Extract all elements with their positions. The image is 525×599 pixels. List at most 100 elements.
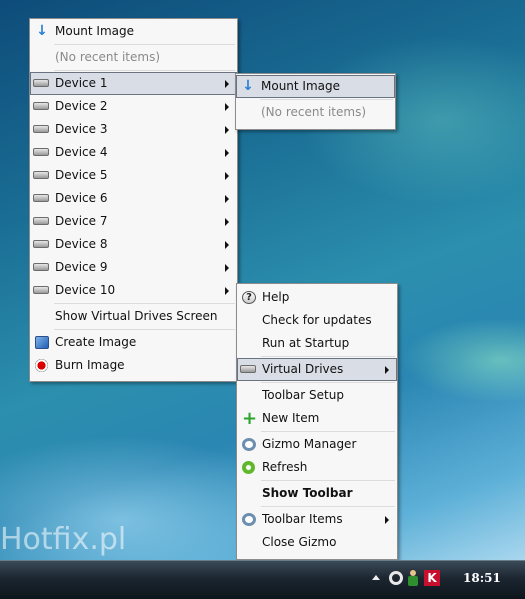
- drive-icon: [33, 148, 49, 156]
- device-item-2[interactable]: Device 2: [30, 95, 237, 118]
- toolbar-items-item[interactable]: Toolbar Items: [237, 508, 397, 531]
- mount-image-label: Mount Image: [261, 79, 341, 93]
- gizmo-icon: [242, 438, 256, 451]
- submenu-mount-image-item[interactable]: ↓ Mount Image: [236, 75, 395, 98]
- submenu-arrow-icon: [225, 287, 229, 295]
- device-label: Device 10: [55, 283, 116, 297]
- submenu-arrow-icon: [385, 366, 389, 374]
- separator: [261, 382, 395, 383]
- device-item-8[interactable]: Device 8: [30, 233, 237, 256]
- submenu-arrow-icon: [225, 103, 229, 111]
- separator: [54, 70, 235, 71]
- help-icon: ?: [242, 291, 256, 304]
- gizmo-tray-icon[interactable]: [389, 571, 403, 585]
- device-item-3[interactable]: Device 3: [30, 118, 237, 141]
- new-item-item[interactable]: + New Item: [237, 407, 397, 430]
- virtual-drives-label: Virtual Drives: [262, 362, 344, 376]
- create-image-icon: [35, 336, 49, 349]
- drive-icon: [33, 217, 49, 225]
- burn-image-label: Burn Image: [55, 358, 125, 372]
- submenu-arrow-icon: [225, 218, 229, 226]
- plus-icon: +: [242, 408, 258, 429]
- run-startup-label: Run at Startup: [262, 336, 350, 350]
- submenu-arrow-icon: [225, 241, 229, 249]
- device-label: Device 5: [55, 168, 108, 182]
- submenu-arrow-icon: [225, 149, 229, 157]
- mount-image-label: Mount Image: [55, 24, 135, 38]
- toolbar-setup-item[interactable]: Toolbar Setup: [237, 384, 397, 407]
- show-screen-label: Show Virtual Drives Screen: [55, 309, 218, 323]
- separator: [260, 99, 393, 100]
- device-item-9[interactable]: Device 9: [30, 256, 237, 279]
- submenu-arrow-icon: [225, 195, 229, 203]
- device-label: Device 2: [55, 99, 108, 113]
- toolbar-setup-label: Toolbar Setup: [262, 388, 344, 402]
- help-label: Help: [262, 290, 290, 304]
- gizmo-manager-label: Gizmo Manager: [262, 437, 357, 451]
- device-item-10[interactable]: Device 10: [30, 279, 237, 302]
- separator: [261, 431, 395, 432]
- submenu-arrow-icon: [225, 80, 229, 88]
- new-item-label: New Item: [262, 411, 320, 425]
- submenu-arrow-icon: [225, 172, 229, 180]
- separator: [261, 356, 395, 357]
- mount-image-item[interactable]: ↓ Mount Image: [30, 20, 237, 43]
- gizmo-icon: [242, 513, 256, 526]
- device-item-4[interactable]: Device 4: [30, 141, 237, 164]
- device-label: Device 8: [55, 237, 108, 251]
- mount-icon: ↓: [36, 23, 48, 39]
- refresh-label: Refresh: [262, 460, 308, 474]
- create-image-label: Create Image: [55, 335, 137, 349]
- check-updates-item[interactable]: Check for updates: [237, 309, 397, 332]
- no-recent-label: (No recent items): [261, 105, 367, 119]
- show-hidden-icons-icon[interactable]: [372, 575, 380, 580]
- help-item[interactable]: ? Help: [237, 286, 397, 309]
- device-item-7[interactable]: Device 7: [30, 210, 237, 233]
- submenu-arrow-icon: [225, 126, 229, 134]
- device-item-1[interactable]: Device 1: [30, 72, 237, 95]
- drive-icon: [33, 171, 49, 179]
- device-item-5[interactable]: Device 5: [30, 164, 237, 187]
- submenu-arrow-icon: [225, 264, 229, 272]
- drive-icon: [240, 365, 256, 373]
- separator: [261, 506, 395, 507]
- separator: [54, 303, 235, 304]
- network-icon[interactable]: [408, 570, 418, 586]
- create-image-item[interactable]: Create Image: [30, 331, 237, 354]
- burn-icon: [35, 359, 48, 372]
- refresh-item[interactable]: Refresh: [237, 456, 397, 479]
- device-item-6[interactable]: Device 6: [30, 187, 237, 210]
- virtual-drives-menu: ↓ Mount Image (No recent items) Device 1…: [29, 18, 238, 382]
- kaspersky-icon[interactable]: K: [424, 570, 440, 586]
- show-toolbar-item[interactable]: Show Toolbar: [237, 482, 397, 505]
- device-label: Device 3: [55, 122, 108, 136]
- separator: [54, 329, 235, 330]
- watermark: Hotfix.pl: [0, 522, 127, 557]
- taskbar: K 18:51: [0, 560, 525, 599]
- drive-icon: [33, 79, 49, 87]
- clock[interactable]: 18:51: [463, 571, 501, 585]
- no-recent-label: (No recent items): [55, 50, 161, 64]
- device-label: Device 1: [55, 76, 108, 90]
- drive-icon: [33, 286, 49, 294]
- drive-icon: [33, 125, 49, 133]
- gizmo-manager-item[interactable]: Gizmo Manager: [237, 433, 397, 456]
- burn-image-item[interactable]: Burn Image: [30, 354, 237, 377]
- toolbar-items-label: Toolbar Items: [262, 512, 343, 526]
- separator: [261, 480, 395, 481]
- gizmo-context-menu: ? Help Check for updates Run at Startup …: [236, 283, 398, 560]
- refresh-icon: [242, 461, 255, 474]
- show-virtual-drives-screen-item[interactable]: Show Virtual Drives Screen: [30, 305, 237, 328]
- separator: [54, 44, 235, 45]
- device-label: Device 9: [55, 260, 108, 274]
- run-at-startup-item[interactable]: Run at Startup: [237, 332, 397, 355]
- close-gizmo-item[interactable]: Close Gizmo: [237, 531, 397, 554]
- submenu-arrow-icon: [385, 516, 389, 524]
- no-recent-items: (No recent items): [30, 46, 237, 69]
- drive-icon: [33, 240, 49, 248]
- mount-icon: ↓: [242, 78, 254, 94]
- submenu-no-recent-items: (No recent items): [236, 101, 395, 124]
- show-toolbar-label: Show Toolbar: [262, 486, 353, 500]
- virtual-drives-item[interactable]: Virtual Drives: [237, 358, 397, 381]
- drive-icon: [33, 194, 49, 202]
